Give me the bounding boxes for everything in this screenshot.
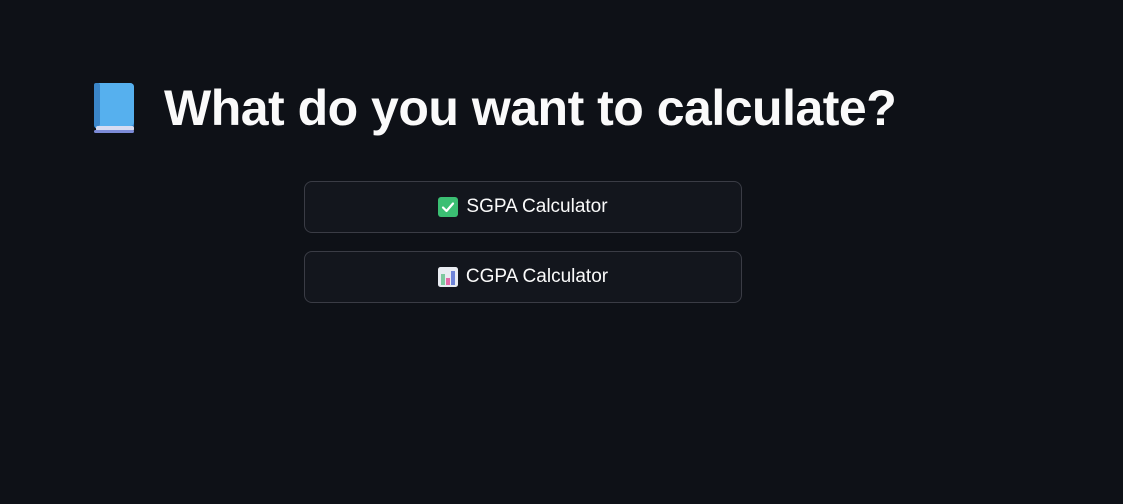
sgpa-calculator-label: SGPA Calculator <box>466 196 608 217</box>
page-title: What do you want to calculate? <box>92 76 897 140</box>
bar-chart-icon <box>437 267 458 287</box>
page-title-text: What do you want to calculate? <box>164 80 897 136</box>
cgpa-calculator-button[interactable]: CGPA Calculator <box>304 251 742 303</box>
cgpa-calculator-label: CGPA Calculator <box>465 266 609 287</box>
blue-book-icon <box>92 81 136 135</box>
sgpa-calculator-button[interactable]: SGPA Calculator <box>304 181 742 233</box>
app-container: What do you want to calculate? SGPA Calc… <box>0 0 1123 504</box>
check-mark-button-icon <box>438 197 459 217</box>
